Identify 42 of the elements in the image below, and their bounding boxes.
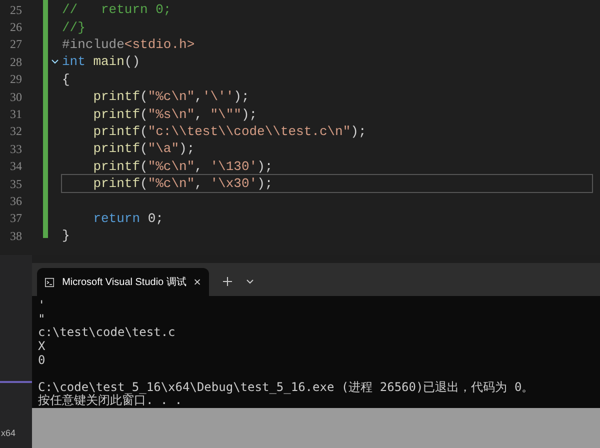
line-number: 36 [9,193,22,210]
line-number: 33 [9,140,22,158]
code-line: int main() [62,53,140,70]
caret-icon[interactable] [246,279,254,284]
console-output-line: 0 [38,352,46,367]
console-output-line: " [38,312,46,326]
terminal-tab[interactable]: Microsoft Visual Studio 调试 [37,268,209,296]
line-number: 35 [9,176,22,193]
line-number: 38 [9,228,22,245]
line-number: 37 [9,210,22,228]
platform-label: x64 [1,427,16,440]
console-output-line: ' [38,298,46,312]
line-number: 27 [9,36,22,54]
terminal-icon [45,276,54,288]
code-line: { [62,70,70,88]
console-output-line: X [38,339,46,354]
code-line: printf("\a"); [92,140,195,158]
code-line: return 0; [92,210,164,227]
console-output-line: 按任意键关闭此窗口. . . [38,393,182,408]
add-icon[interactable] [223,277,232,286]
line-number: 32 [9,123,22,140]
line-number: 29 [9,71,22,88]
tab-title: Microsoft Visual Studio 调试 [62,276,186,290]
line-number: 34 [9,158,22,176]
code-line: //} [62,18,86,36]
code-line: printf("%s\n", "\""); [92,106,258,123]
collapse-icon[interactable] [51,59,59,64]
line-number: 30 [9,88,22,106]
line-number: 25 [9,2,22,19]
code-line: printf("c:\\test\\code\\test.c\n"); [92,122,366,140]
line-number: 28 [9,54,22,71]
line-number: 26 [9,19,22,36]
code-line: } [62,227,70,244]
console-output-line: c:\test\code\test.c [38,325,176,340]
line-number: 31 [9,106,22,124]
code-line: printf("%c\n", '\130'); [92,158,273,175]
code-line: printf("%c\n",'\''); [92,88,250,106]
close-icon[interactable] [194,278,201,286]
code-line: #include<stdio.h> [62,36,195,53]
code-line: printf("%c\n", '\x30'); [62,175,592,192]
code-line: // return 0; [62,1,172,18]
console-output-line: C:\code\test_5_16\x64\Debug\test_5_16.exe (进程 26560)已退出，代码为 0。 [38,380,534,394]
